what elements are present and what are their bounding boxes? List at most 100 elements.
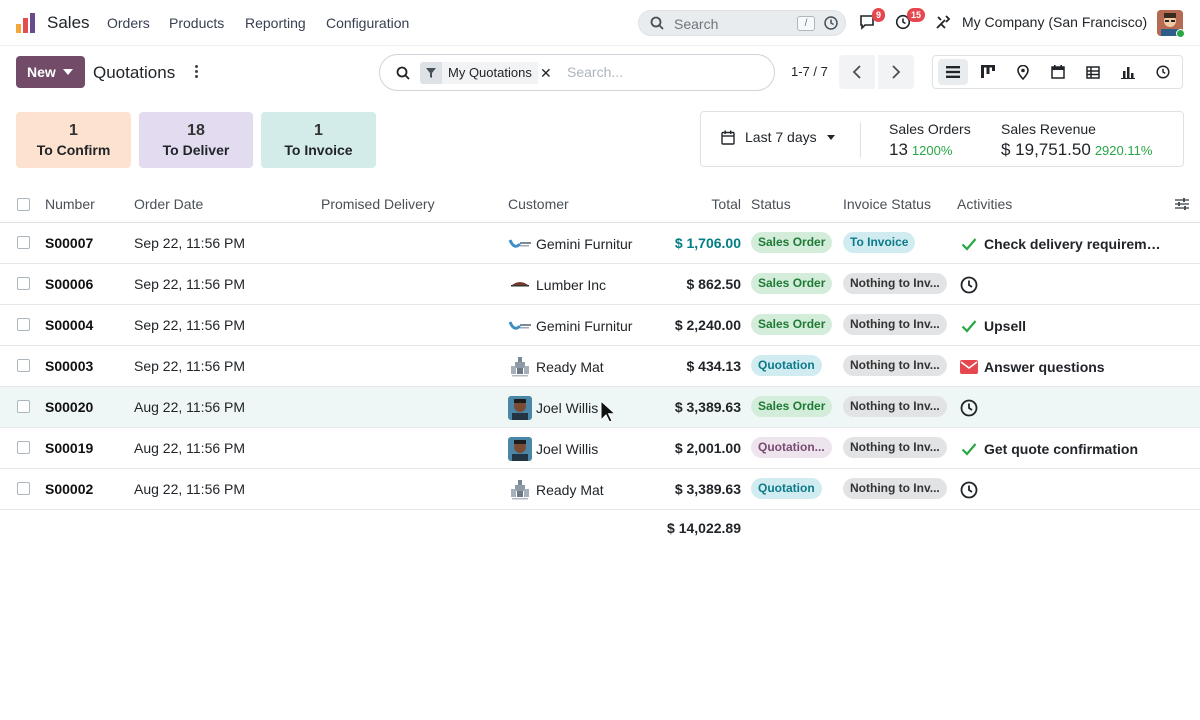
facet-label: My Quotations (442, 62, 538, 84)
check-icon[interactable] (960, 440, 978, 458)
tools-icon[interactable] (935, 14, 951, 30)
activity-summary[interactable]: Upsell (984, 318, 1026, 334)
column-customer[interactable]: Customer (508, 196, 569, 212)
messages-badge: 9 (872, 8, 886, 22)
list-icon (946, 66, 960, 78)
order-number: S00004 (45, 317, 94, 333)
invoice-status-badge: Nothing to Inv... (843, 273, 947, 294)
clock-icon[interactable] (960, 276, 978, 294)
table-row[interactable]: S00004 Sep 22, 11:56 PM Gemini Furnitur $ 2… (0, 305, 1200, 346)
column-status[interactable]: Status (751, 196, 791, 212)
invoice-status-badge: Nothing to Inv... (843, 478, 947, 499)
remove-facet-icon[interactable]: ✕ (538, 65, 554, 82)
stat-change: 2920.11% (1094, 143, 1153, 158)
optional-columns-icon[interactable] (1175, 197, 1189, 211)
map-view-button[interactable] (1008, 59, 1038, 85)
sales-app-icon[interactable] (15, 12, 37, 34)
column-invoice-status[interactable]: Invoice Status (843, 196, 931, 212)
check-icon[interactable] (960, 317, 978, 335)
status-badge: Sales Order (751, 396, 833, 417)
customer-name: Ready Mat (536, 482, 604, 498)
sales-orders-stat[interactable]: Sales Orders 13 1200% (889, 121, 971, 160)
command-search[interactable]: Search / (638, 10, 846, 36)
card-to-confirm[interactable]: 1 To Confirm (16, 112, 131, 168)
activity-summary[interactable]: Answer questions (984, 359, 1105, 375)
row-checkbox[interactable] (17, 482, 30, 495)
filter-icon (420, 62, 442, 84)
list-view-button[interactable] (938, 59, 968, 85)
sales-revenue-stat[interactable]: Sales Revenue $ 19,751.50 2920.11% (1001, 121, 1152, 160)
stat-value: 13 (889, 140, 908, 159)
table-row[interactable]: S00007 Sep 22, 11:56 PM Gemini Furnitur $ 1… (0, 223, 1200, 264)
card-to-deliver[interactable]: 18 To Deliver (139, 112, 253, 168)
order-date: Aug 22, 11:56 PM (134, 440, 246, 456)
table-row[interactable]: S00006 Sep 22, 11:56 PM Lumber Inc $ 862.50… (0, 264, 1200, 305)
order-total: $ 862.50 (686, 276, 742, 292)
calendar-view-button[interactable] (1043, 59, 1073, 85)
activity-view-button[interactable] (1148, 59, 1178, 85)
row-checkbox[interactable] (17, 277, 30, 290)
menu-reporting[interactable]: Reporting (245, 15, 306, 31)
customer-name: Joel Willis (536, 441, 599, 457)
column-promised-delivery[interactable]: Promised Delivery (321, 196, 435, 212)
divider (860, 122, 861, 158)
top-navbar: Sales Orders Products Reporting Configur… (0, 0, 1200, 46)
graph-view-button[interactable] (1113, 59, 1143, 85)
row-checkbox[interactable] (17, 400, 30, 413)
order-date: Aug 22, 11:56 PM (134, 399, 246, 415)
row-checkbox[interactable] (17, 359, 30, 372)
search-bar[interactable]: My Quotations ✕ Search... (379, 54, 775, 91)
invoice-status-badge: Nothing to Inv... (843, 437, 947, 458)
clock-icon[interactable] (960, 399, 978, 417)
kanban-icon (981, 65, 995, 78)
app-name[interactable]: Sales (47, 13, 90, 33)
new-button[interactable]: New (16, 56, 85, 88)
card-label: To Confirm (36, 142, 111, 158)
customer-name: Ready Mat (536, 359, 604, 375)
row-checkbox[interactable] (17, 236, 30, 249)
column-number[interactable]: Number (45, 196, 95, 212)
envelope-icon[interactable] (960, 358, 978, 376)
table-row[interactable]: S00019 Aug 22, 11:56 PM Joel Willis $ 2,001… (0, 428, 1200, 469)
command-search-placeholder: Search (674, 16, 719, 32)
pager-value[interactable]: 1-7 / 7 (791, 64, 828, 79)
column-order-date[interactable]: Order Date (134, 196, 203, 212)
kanban-view-button[interactable] (973, 59, 1003, 85)
order-date: Sep 22, 11:56 PM (134, 235, 246, 251)
status-badge: Quotation (751, 478, 822, 499)
actions-menu-icon[interactable] (191, 64, 201, 80)
activity-summary[interactable]: Get quote confirmation (984, 441, 1138, 457)
check-icon[interactable] (960, 235, 978, 253)
order-number: S00002 (45, 481, 94, 497)
order-total: $ 434.13 (686, 358, 742, 374)
column-total[interactable]: Total (711, 196, 741, 212)
activity-summary[interactable]: Check delivery requiremen... (984, 236, 1164, 252)
order-number: S00003 (45, 358, 94, 374)
select-all-checkbox[interactable] (17, 198, 30, 211)
column-activities[interactable]: Activities (957, 196, 1012, 212)
order-date: Sep 22, 11:56 PM (134, 358, 246, 374)
table-row[interactable]: S00002 Aug 22, 11:56 PM Ready Mat $ 3,389.6… (0, 469, 1200, 510)
calendar-icon (1051, 65, 1065, 79)
menu-orders[interactable]: Orders (107, 15, 150, 31)
status-badge: Sales Order (751, 232, 833, 253)
row-checkbox[interactable] (17, 441, 30, 454)
clock-icon[interactable] (960, 481, 978, 499)
bar-chart-icon (1121, 66, 1135, 79)
pager-previous-button[interactable] (839, 55, 875, 89)
chevron-left-icon (852, 65, 861, 79)
history-icon[interactable] (823, 15, 839, 31)
page-title: Quotations (93, 63, 176, 82)
pager-next-button[interactable] (878, 55, 914, 89)
table-row[interactable]: S00003 Sep 22, 11:56 PM Ready Mat $ 434.13 Q… (0, 346, 1200, 387)
row-checkbox[interactable] (17, 318, 30, 331)
menu-products[interactable]: Products (169, 15, 224, 31)
stat-title: Sales Orders (889, 121, 971, 137)
card-to-invoice[interactable]: 1 To Invoice (261, 112, 376, 168)
menu-configuration[interactable]: Configuration (326, 15, 409, 31)
pivot-view-button[interactable] (1078, 59, 1108, 85)
company-switcher[interactable]: My Company (San Francisco) (962, 14, 1147, 30)
search-input[interactable]: Search... (567, 64, 623, 80)
order-date: Sep 22, 11:56 PM (134, 276, 246, 292)
activities-badge: 15 (907, 8, 926, 22)
